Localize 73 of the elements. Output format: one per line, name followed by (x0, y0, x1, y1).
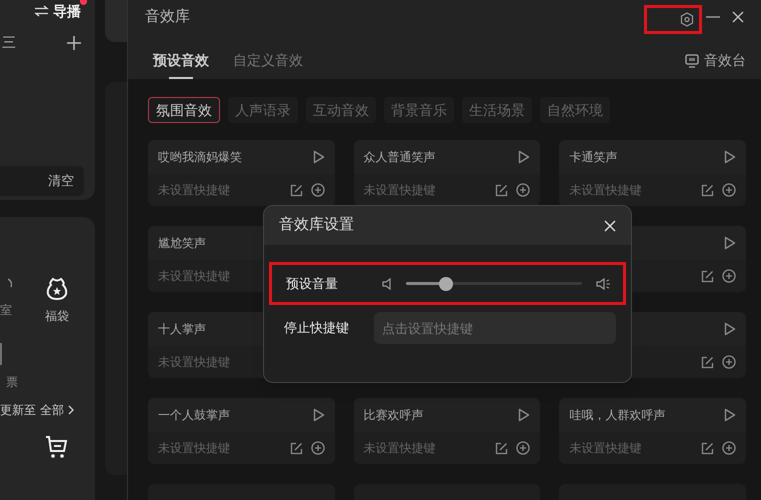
tool-icon[interactable] (0, 343, 3, 365)
edit-icon[interactable] (290, 442, 303, 454)
update-text: 更新至 (0, 402, 36, 419)
add-icon[interactable] (722, 269, 736, 283)
monitor-icon (685, 54, 699, 68)
sound-card[interactable]: 比赛欢呼声 未设置快捷键 (354, 398, 540, 464)
play-icon[interactable] (312, 150, 325, 164)
add-icon[interactable] (310, 183, 325, 197)
edit-icon[interactable] (495, 184, 508, 196)
play-icon[interactable] (312, 408, 325, 422)
sound-title: 一个人鼓掌声 (158, 407, 230, 424)
add-icon[interactable] (67, 36, 81, 50)
sound-title: 卡通笑声 (569, 149, 618, 166)
sound-title: 哎哟我滴妈爆笑 (158, 149, 242, 166)
volume-high-icon[interactable] (596, 278, 611, 290)
add-icon[interactable] (722, 441, 736, 455)
sound-card[interactable]: 哎哟我滴妈爆笑 未设置快捷键 (148, 140, 335, 206)
shortcut-text: 未设置快捷键 (158, 440, 230, 457)
shortcut-input[interactable]: 点击设置快捷键 (374, 312, 616, 344)
shortcut-text: 未设置快捷键 (364, 182, 436, 199)
edit-icon[interactable] (701, 356, 714, 368)
play-icon[interactable] (724, 408, 736, 422)
shortcut-text: 未设置快捷键 (569, 440, 642, 457)
sound-card[interactable]: 一个人鼓掌声 未设置快捷键 (148, 398, 335, 464)
settings-icon[interactable] (680, 12, 694, 26)
tool-label[interactable]: 室 (0, 301, 12, 319)
edit-icon[interactable] (701, 184, 714, 196)
close-icon[interactable] (604, 220, 616, 232)
sound-title: 比赛欢呼声 (364, 407, 424, 424)
play-icon[interactable] (518, 150, 530, 164)
shortcut-text: 未设置快捷键 (158, 182, 230, 199)
shortcut-text: 未设置快捷键 (569, 182, 642, 199)
sound-console-button[interactable]: 音效台 (685, 50, 746, 71)
shortcut-text: 未设置快捷键 (158, 354, 230, 371)
cart-icon[interactable] (45, 435, 67, 459)
sound-title: 尴尬笑声 (158, 235, 206, 252)
play-icon[interactable] (724, 150, 736, 164)
add-icon[interactable] (516, 441, 530, 455)
play-icon[interactable] (518, 408, 530, 422)
tab[interactable]: 预设音效 (153, 50, 209, 79)
sound-title: 十人掌声 (158, 321, 206, 338)
tool-label[interactable]: 福袋 (45, 307, 69, 325)
edit-icon[interactable] (701, 270, 714, 282)
tab[interactable]: 自定义音效 (233, 50, 303, 79)
shortcut-text: 未设置快捷键 (364, 440, 436, 457)
sound-card[interactable]: 哇哦，人群欢呼声 未设置快捷键 (559, 398, 746, 464)
all-link[interactable]: 全部 (40, 401, 64, 419)
swap-icon[interactable] (34, 5, 49, 17)
lucky-bag-icon[interactable] (46, 277, 68, 301)
shortcut-text: 未设置快捷键 (158, 268, 230, 285)
play-icon[interactable] (724, 236, 736, 250)
scene-label[interactable]: 三 (2, 32, 16, 53)
sound-title: 哇哦，人群欢呼声 (569, 407, 666, 424)
sound-title: 众人普通笑声 (364, 149, 436, 166)
volume-slider[interactable] (406, 276, 582, 290)
add-icon[interactable] (722, 183, 736, 197)
category-chip[interactable]: 氛围音效 (148, 97, 220, 123)
add-icon[interactable] (516, 183, 530, 197)
sound-card[interactable]: 卡通笑声 未设置快捷键 (559, 140, 746, 206)
slider-thumb[interactable] (439, 276, 454, 290)
switch-label[interactable]: 导播 (53, 0, 81, 22)
window-title: 音效库 (145, 6, 190, 27)
sound-card[interactable]: 众人普通笑声 未设置快捷键 (354, 140, 540, 206)
edit-icon[interactable] (701, 442, 714, 454)
tool-label[interactable]: 票 (6, 373, 18, 391)
chevron-right-icon[interactable] (68, 405, 74, 415)
edit-icon[interactable] (495, 442, 508, 454)
add-icon[interactable] (722, 355, 736, 369)
close-icon[interactable] (732, 11, 744, 23)
edit-icon[interactable] (290, 184, 303, 196)
play-icon[interactable] (724, 322, 736, 336)
add-icon[interactable] (310, 441, 325, 455)
volume-low-icon[interactable] (382, 278, 392, 290)
